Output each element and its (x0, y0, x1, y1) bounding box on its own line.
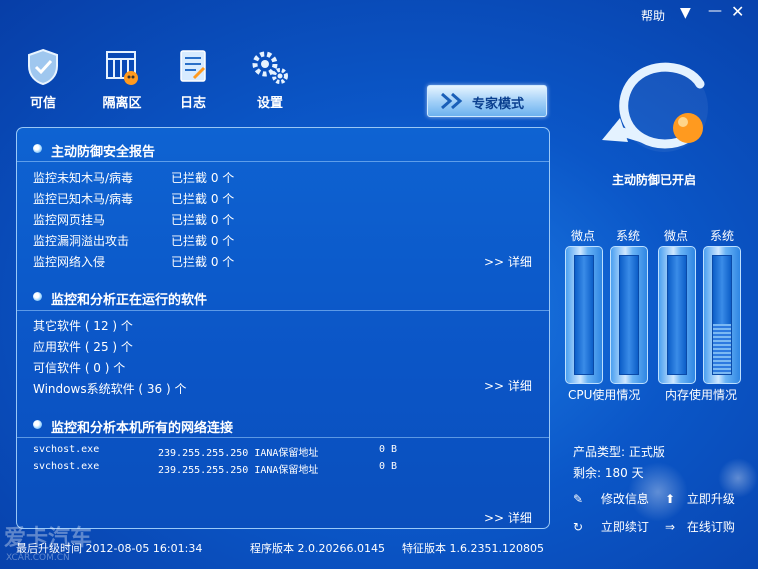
signature-version: 特征版本 1.6.2351.120805 (402, 542, 544, 555)
up-arrow-icon: ⬆ (665, 492, 676, 506)
modify-info-label: 修改信息 (600, 492, 649, 506)
close-icon[interactable]: ✕ (731, 4, 744, 20)
connection-process: svchost.exe (33, 461, 100, 472)
report-item-name: 监控未知木马/病毒 (33, 171, 134, 185)
list-item: 其它软件 ( 12 ) 个 (33, 319, 133, 333)
online-order-link[interactable]: ⇒ 在线订购 (665, 518, 735, 535)
watermark-logo: 爱卡汽车 (4, 526, 93, 551)
section-header-software: 监控和分析正在运行的软件 (17, 284, 549, 310)
renew-now-label: 立即续订 (600, 520, 649, 534)
protection-status-label: 主动防御已开启 (612, 173, 697, 187)
list-item: 监控网页挂马 已拦截 0 个 (33, 211, 234, 228)
list-item: 应用软件 ( 25 ) 个 (33, 340, 133, 354)
connection-bytes: 0 B (379, 461, 398, 472)
section-title: 主动防御安全报告 (51, 145, 156, 160)
double-chevron-right-icon (441, 92, 463, 110)
product-type: 产品类型: 正式版 (573, 445, 665, 459)
toolbar-item-log[interactable]: 日志 (163, 48, 223, 111)
main-panel: 主动防御安全报告 监控未知木马/病毒 已拦截 0 个 监控已知木马/病毒 已拦截… (16, 127, 550, 529)
help-menu[interactable]: 帮助 (641, 7, 665, 24)
pencil-icon: ✎ (573, 492, 584, 506)
toolbar-label: 可信 (29, 96, 56, 111)
title-bar: 帮助 ▼ — ✕ (0, 0, 758, 28)
toolbar-item-trusted[interactable]: 可信 (13, 48, 73, 111)
report-item-name: 监控网络入侵 (33, 255, 106, 269)
network-detail-link[interactable]: >> 详细 (484, 509, 532, 526)
connection-process: svchost.exe (33, 444, 100, 455)
shield-check-icon (28, 48, 58, 86)
gears-icon (252, 51, 288, 84)
toolbar-item-quarantine[interactable]: 隔离区 (92, 48, 152, 111)
gauge-label: 系统 (616, 229, 641, 243)
software-detail-link[interactable]: >> 详细 (484, 377, 532, 394)
list-item: Windows系统软件 ( 36 ) 个 (33, 382, 187, 396)
online-order-label: 在线订购 (686, 520, 735, 534)
report-item-value: 已拦截 0 个 (171, 192, 235, 206)
gauge-label: 系统 (710, 229, 735, 243)
section-bullet-icon (33, 144, 42, 153)
report-item-name: 监控网页挂马 (33, 213, 106, 227)
list-item: 监控漏洞溢出攻击 已拦截 0 个 (33, 232, 234, 249)
list-item: 监控网络入侵 已拦截 0 个 (33, 253, 234, 270)
cpu-weidian-gauge (565, 246, 603, 384)
watermark-site: XCAR.COM.CN (6, 553, 70, 563)
report-item-value: 已拦截 0 个 (171, 171, 235, 185)
upgrade-now-link[interactable]: ⬆ 立即升级 (665, 490, 735, 507)
expert-mode-button[interactable]: 专家模式 (427, 85, 547, 117)
cpu-system-gauge (610, 246, 648, 384)
cpu-usage-label: CPU使用情况 (568, 388, 641, 402)
connection-address: 239.255.255.250 IANA保留地址 (158, 448, 319, 459)
mem-weidian-gauge (658, 246, 696, 384)
divider (17, 310, 549, 311)
renew-now-link[interactable]: ↻ 立即续订 (573, 518, 649, 535)
minimize-icon[interactable]: — (708, 4, 722, 18)
gauge-label: 微点 (571, 229, 596, 243)
connection-bytes: 0 B (379, 444, 398, 455)
memory-usage-label: 内存使用情况 (665, 388, 738, 402)
list-item: 监控未知木马/病毒 已拦截 0 个 (33, 169, 234, 186)
divider (17, 437, 549, 438)
section-title: 监控和分析本机所有的网络连接 (51, 421, 234, 436)
section-bullet-icon (33, 292, 42, 301)
list-item: 监控已知木马/病毒 已拦截 0 个 (33, 190, 234, 207)
report-item-name: 监控已知木马/病毒 (33, 192, 134, 206)
quarantine-icon (106, 51, 138, 85)
connection-address: 239.255.255.250 IANA保留地址 (158, 465, 319, 476)
expert-mode-label: 专家模式 (472, 97, 525, 112)
modify-info-link[interactable]: ✎ 修改信息 (573, 490, 649, 507)
renew-refresh-icon: ↻ (573, 520, 584, 534)
table-row: svchost.exe 239.255.255.250 IANA保留地址 0 B (33, 461, 397, 476)
section-title: 监控和分析正在运行的软件 (51, 293, 208, 308)
list-item: 可信软件 ( 0 ) 个 (33, 361, 126, 375)
section-header-report: 主动防御安全报告 (17, 136, 549, 162)
toolbar-item-settings[interactable]: 设置 (240, 48, 300, 111)
toolbar-label: 日志 (179, 96, 206, 111)
toolbar-label: 设置 (256, 96, 283, 111)
upgrade-now-label: 立即升级 (686, 492, 735, 506)
report-item-value: 已拦截 0 个 (171, 213, 235, 227)
table-row: svchost.exe 239.255.255.250 IANA保留地址 0 B (33, 444, 397, 459)
report-item-value: 已拦截 0 个 (171, 255, 235, 269)
report-item-name: 监控漏洞溢出攻击 (33, 234, 130, 248)
divider (17, 161, 549, 162)
dropdown-arrow-icon[interactable]: ▼ (680, 6, 691, 20)
active-defense-logo-icon (602, 62, 708, 152)
report-detail-link[interactable]: >> 详细 (484, 253, 532, 270)
mem-system-gauge (703, 246, 741, 384)
toolbar-label: 隔离区 (102, 96, 142, 111)
section-header-network: 监控和分析本机所有的网络连接 (17, 412, 549, 438)
program-version: 程序版本 2.0.20266.0145 (250, 542, 385, 555)
report-item-value: 已拦截 0 个 (171, 234, 235, 248)
log-notebook-icon (180, 50, 206, 82)
section-bullet-icon (33, 420, 42, 429)
gauge-label: 微点 (664, 229, 689, 243)
cart-arrow-icon: ⇒ (665, 520, 676, 534)
